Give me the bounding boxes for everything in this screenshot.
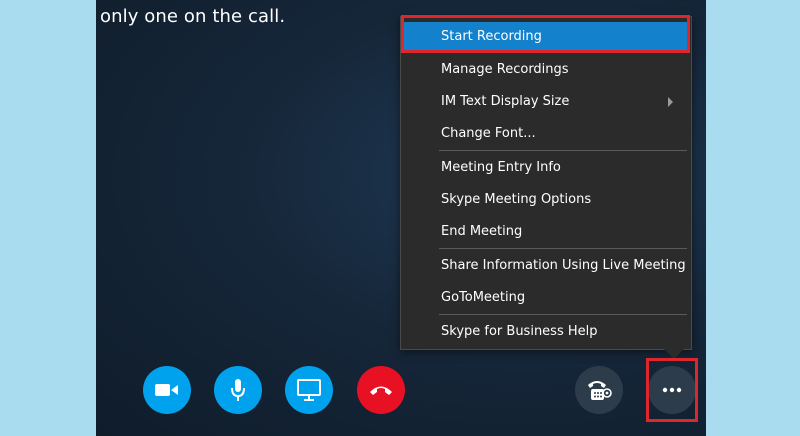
video-icon: [155, 384, 178, 396]
menu-item-label: Skype Meeting Options: [441, 192, 592, 207]
menu-item-start-recording[interactable]: Start Recording: [403, 22, 689, 52]
menu-item-label: Manage Recordings: [441, 62, 569, 77]
menu-item-skype-for-business-help[interactable]: Skype for Business Help: [403, 317, 689, 347]
microphone-icon: [231, 379, 245, 401]
hang-up-icon: [370, 386, 392, 395]
present-screen-icon: [297, 379, 321, 401]
menu-item-label: Meeting Entry Info: [441, 160, 561, 175]
video-button[interactable]: [143, 366, 191, 414]
menu-item-label: Change Font...: [441, 126, 536, 141]
more-options-highlight-frame: [646, 358, 698, 422]
dial-pad-button[interactable]: [575, 366, 623, 414]
menu-item-change-font[interactable]: Change Font...: [403, 119, 689, 149]
menu-item-im-text-display-size[interactable]: IM Text Display Size: [403, 87, 689, 117]
menu-separator: [439, 150, 687, 151]
menu-item-label: GoToMeeting: [441, 290, 526, 305]
dial-pad-icon: [588, 381, 612, 400]
menu-item-label: Start Recording: [441, 29, 542, 44]
menu-item-label: Share Information Using Live Meeting: [441, 258, 686, 273]
menu-item-share-information-live-meeting[interactable]: Share Information Using Live Meeting: [403, 251, 689, 281]
menu-item-label: IM Text Display Size: [441, 94, 570, 109]
menu-item-manage-recordings[interactable]: Manage Recordings: [403, 55, 689, 85]
call-status-text: only one on the call.: [100, 6, 286, 27]
menu-item-label: Skype for Business Help: [441, 324, 598, 339]
menu-separator: [439, 248, 687, 249]
hang-up-button[interactable]: [357, 366, 405, 414]
more-options-menu: Start Recording Manage Recordings IM Tex…: [400, 16, 692, 350]
menu-item-meeting-entry-info[interactable]: Meeting Entry Info: [403, 153, 689, 183]
menu-separator: [439, 314, 687, 315]
menu-item-label: End Meeting: [441, 224, 523, 239]
menu-item-end-meeting[interactable]: End Meeting: [403, 217, 689, 247]
submenu-arrow-icon: [668, 97, 673, 107]
menu-item-gotomeeting[interactable]: GoToMeeting: [403, 283, 689, 313]
menu-item-skype-meeting-options[interactable]: Skype Meeting Options: [403, 185, 689, 215]
microphone-button[interactable]: [214, 366, 262, 414]
present-screen-button[interactable]: [285, 366, 333, 414]
